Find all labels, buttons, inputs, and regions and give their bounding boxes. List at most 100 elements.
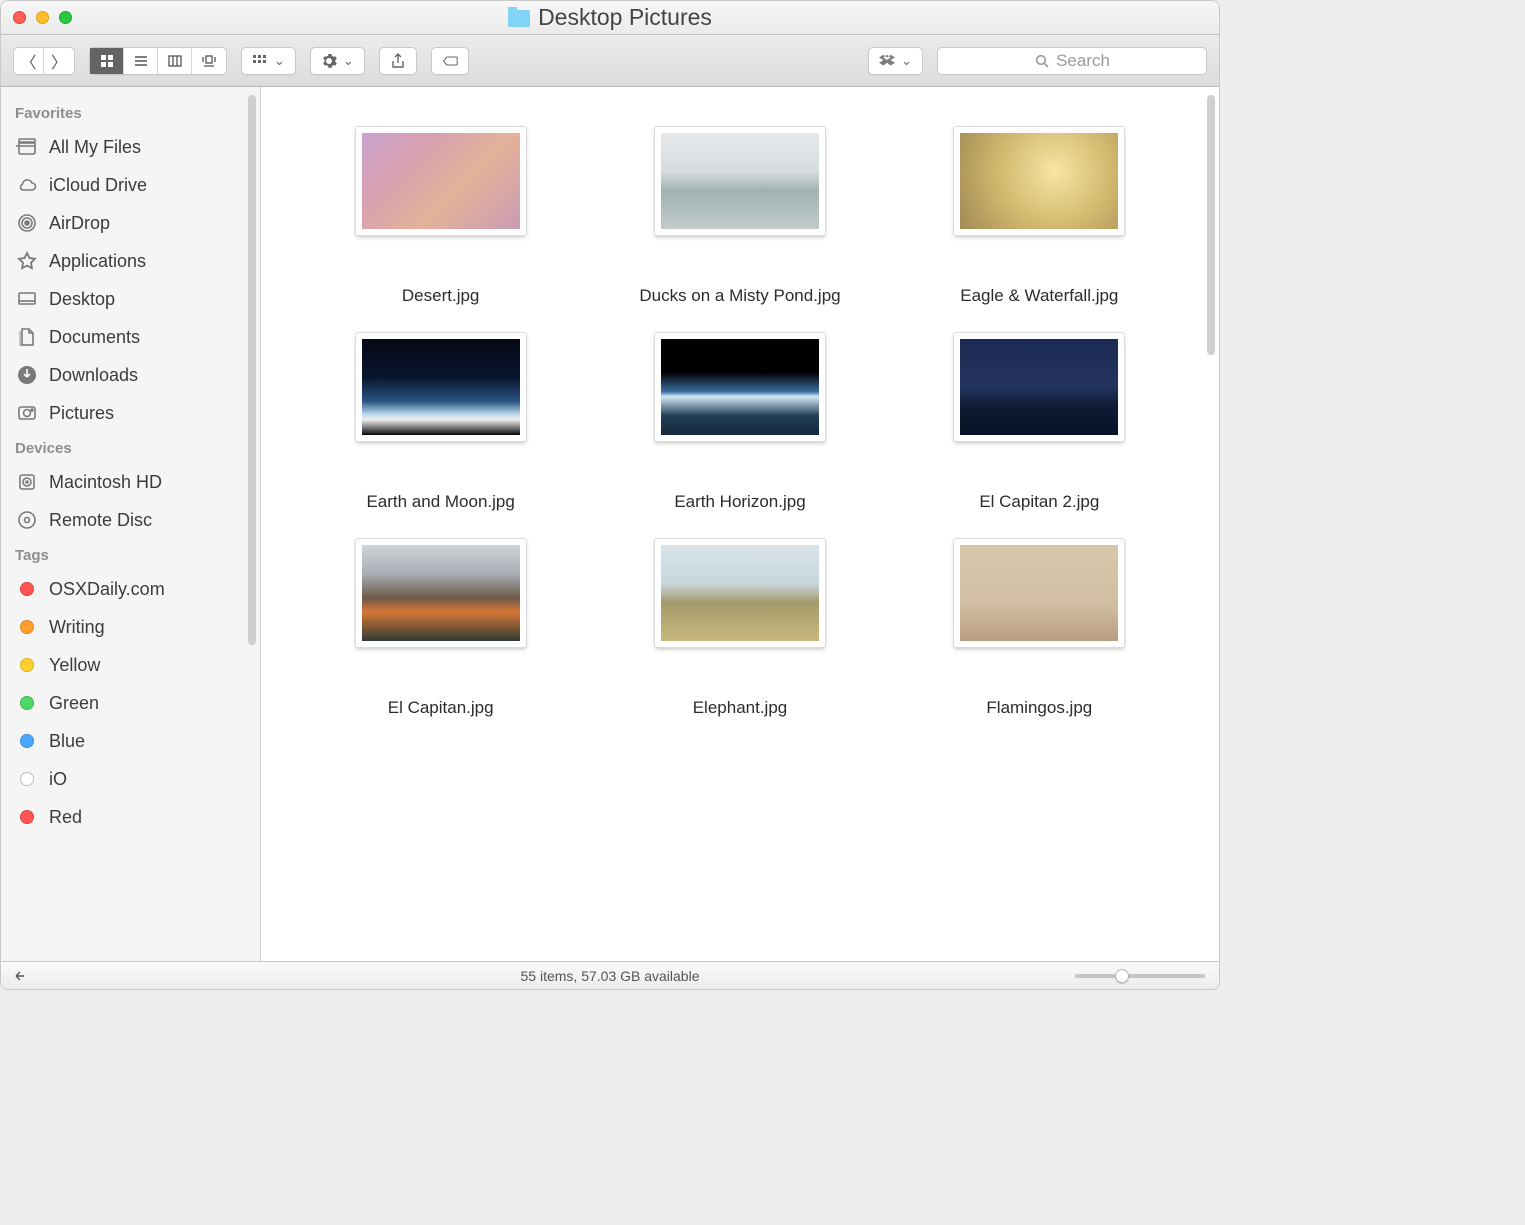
- sidebar-item[interactable]: OSXDaily.com: [11, 570, 260, 608]
- share-button[interactable]: [379, 47, 417, 75]
- finder-window: Desktop Pictures 〈 〉: [0, 0, 1220, 990]
- list-view-icon: [133, 53, 149, 69]
- sidebar-item-label: All My Files: [49, 137, 141, 158]
- file-item[interactable]: Eagle & Waterfall.jpg: [924, 127, 1154, 293]
- coverflow-view-icon: [201, 53, 217, 69]
- content-area[interactable]: Desert.jpg Ducks on a Misty Pond.jpg Eagle…: [261, 87, 1219, 961]
- view-column-button[interactable]: [158, 48, 192, 74]
- desktop-icon: [15, 287, 39, 311]
- search-field[interactable]: Search: [937, 47, 1207, 75]
- sidebar-item[interactable]: Pictures: [11, 394, 260, 432]
- toolbar: 〈 〉: [1, 35, 1219, 87]
- airdrop-icon: [15, 211, 39, 235]
- dropbox-button[interactable]: ⌄: [868, 47, 923, 75]
- sidebar-item[interactable]: Remote Disc: [11, 501, 260, 539]
- sidebar-item[interactable]: iO: [11, 760, 260, 798]
- file-item[interactable]: Flamingos.jpg: [924, 539, 1154, 705]
- action-button[interactable]: ⌄: [310, 47, 365, 75]
- pictures-icon: [15, 401, 39, 425]
- sidebar-item[interactable]: Yellow: [11, 646, 260, 684]
- sidebar-item-label: Pictures: [49, 403, 114, 424]
- file-item[interactable]: Desert.jpg: [326, 127, 556, 293]
- file-thumbnail: [655, 127, 825, 235]
- tag-color-icon: [15, 615, 39, 639]
- file-name: El Capitan 2.jpg: [979, 451, 1099, 499]
- column-view-icon: [167, 53, 183, 69]
- search-icon: [1034, 53, 1050, 69]
- sidebar-item-label: Macintosh HD: [49, 472, 162, 493]
- tag-color-icon: [15, 805, 39, 829]
- status-bar: 55 items, 57.03 GB available: [1, 961, 1219, 989]
- sidebar-item[interactable]: Red: [11, 798, 260, 836]
- sidebar-item-label: Desktop: [49, 289, 115, 310]
- file-name: Earth Horizon.jpg: [674, 451, 805, 499]
- sidebar-section-header: Favorites: [15, 105, 256, 122]
- sidebar-item-label: Downloads: [49, 365, 138, 386]
- all-my-files-icon: [15, 135, 39, 159]
- sidebar-item[interactable]: Writing: [11, 608, 260, 646]
- sidebar-item-label: Yellow: [49, 655, 100, 676]
- sidebar-item[interactable]: Green: [11, 684, 260, 722]
- sidebar-section-header: Tags: [15, 547, 256, 564]
- sidebar-item-label: Documents: [49, 327, 140, 348]
- edit-tags-button[interactable]: [431, 47, 469, 75]
- sidebar-item[interactable]: Downloads: [11, 356, 260, 394]
- sidebar-item-label: Green: [49, 693, 99, 714]
- sidebar-item[interactable]: Blue: [11, 722, 260, 760]
- content-scrollbar[interactable]: [1207, 95, 1215, 355]
- sidebar-item[interactable]: Desktop: [11, 280, 260, 318]
- close-button[interactable]: [13, 11, 26, 24]
- arrange-button[interactable]: ⌄: [241, 47, 296, 75]
- nav-buttons: 〈 〉: [13, 47, 75, 75]
- file-name: El Capitan.jpg: [388, 657, 494, 705]
- sidebar-section-header: Devices: [15, 440, 256, 457]
- search-placeholder: Search: [1056, 51, 1110, 71]
- sidebar-item[interactable]: Applications: [11, 242, 260, 280]
- back-button[interactable]: 〈: [14, 48, 44, 74]
- tag-color-icon: [15, 577, 39, 601]
- forward-button[interactable]: 〉: [44, 48, 74, 74]
- view-coverflow-button[interactable]: [192, 48, 226, 74]
- sidebar-item[interactable]: iCloud Drive: [11, 166, 260, 204]
- documents-icon: [15, 325, 39, 349]
- tag-icon: [442, 53, 458, 69]
- file-item[interactable]: El Capitan 2.jpg: [924, 333, 1154, 499]
- file-thumbnail: [356, 333, 526, 441]
- maximize-button[interactable]: [59, 11, 72, 24]
- file-item[interactable]: El Capitan.jpg: [326, 539, 556, 705]
- sidebar-item-label: OSXDaily.com: [49, 579, 165, 600]
- sidebar-item[interactable]: Macintosh HD: [11, 463, 260, 501]
- sidebar-item[interactable]: AirDrop: [11, 204, 260, 242]
- dropbox-icon: [879, 53, 895, 69]
- tag-color-icon: [15, 767, 39, 791]
- file-thumbnail: [655, 539, 825, 647]
- sidebar-item[interactable]: Documents: [11, 318, 260, 356]
- file-thumbnail: [954, 127, 1124, 235]
- file-name: Ducks on a Misty Pond.jpg: [639, 245, 840, 293]
- folder-icon: [508, 10, 530, 27]
- window-controls: [13, 11, 72, 24]
- file-item[interactable]: Elephant.jpg: [625, 539, 855, 705]
- icloud-icon: [15, 173, 39, 197]
- sidebar-item[interactable]: All My Files: [11, 128, 260, 166]
- file-item[interactable]: Earth and Moon.jpg: [326, 333, 556, 499]
- icon-size-slider[interactable]: [1075, 974, 1205, 978]
- gear-icon: [321, 53, 337, 69]
- view-mode-segment: [89, 47, 227, 75]
- sidebar-item-label: iCloud Drive: [49, 175, 147, 196]
- view-icon-button[interactable]: [90, 48, 124, 74]
- view-list-button[interactable]: [124, 48, 158, 74]
- chevron-left-icon: 〈: [20, 49, 36, 73]
- sidebar-scrollbar[interactable]: [248, 95, 256, 645]
- window-title: Desktop Pictures: [538, 4, 712, 31]
- file-thumbnail: [954, 539, 1124, 647]
- tag-color-icon: [15, 691, 39, 715]
- sidebar: Favorites All My Files iCloud Drive AirDrop…: [1, 87, 261, 961]
- file-item[interactable]: Earth Horizon.jpg: [625, 333, 855, 499]
- downloads-icon: [15, 363, 39, 387]
- tag-color-icon: [15, 653, 39, 677]
- file-item[interactable]: Ducks on a Misty Pond.jpg: [625, 127, 855, 293]
- file-name: Eagle & Waterfall.jpg: [960, 245, 1118, 293]
- minimize-button[interactable]: [36, 11, 49, 24]
- file-thumbnail: [356, 539, 526, 647]
